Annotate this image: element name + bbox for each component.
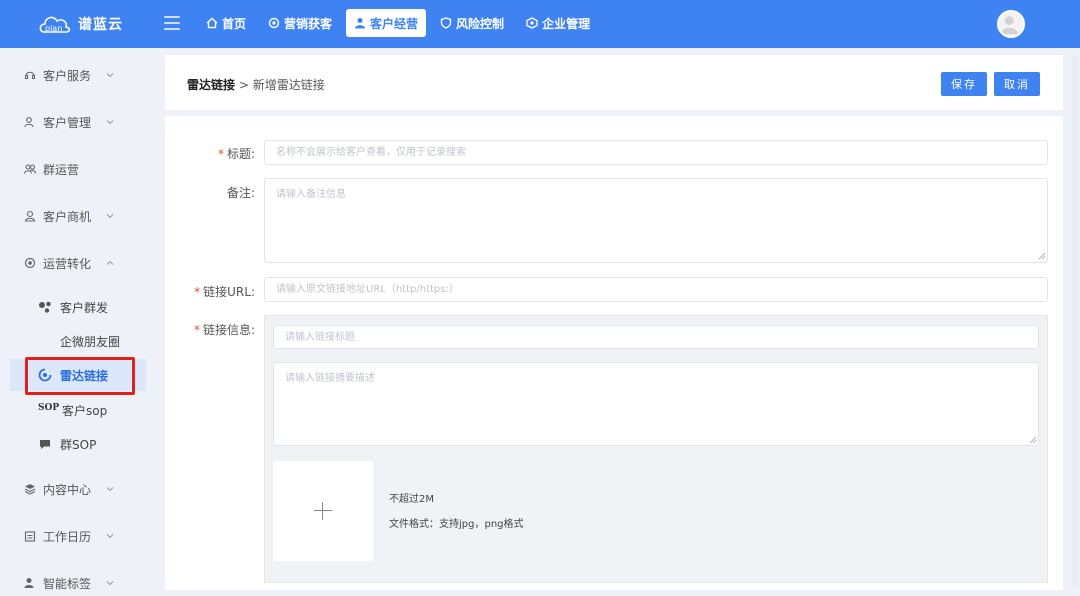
note-label: 备注: bbox=[226, 186, 255, 200]
avatar-icon bbox=[1000, 16, 1018, 35]
sidebar-subitem-customer-sop[interactable]: SOP 客户sop bbox=[10, 394, 146, 426]
nav-item-enterprise[interactable]: 企业管理 bbox=[518, 9, 598, 37]
sidebar-item-label: 客户管理 bbox=[43, 115, 92, 130]
chevron-down-icon bbox=[106, 214, 114, 219]
save-button[interactable]: 保存 bbox=[941, 72, 987, 96]
building-icon bbox=[526, 17, 538, 29]
sidebar-item-label: 群运营 bbox=[43, 162, 80, 177]
upload-size-hint: 不超过2M bbox=[389, 494, 434, 505]
sidebar-subitem-label: 群SOP bbox=[60, 437, 97, 452]
breadcrumb-separator: > bbox=[238, 78, 249, 92]
sidebar-subitem-customer-broadcast[interactable]: 客户群发 bbox=[10, 291, 146, 323]
link-info-panel: 不超过2M 文件格式：支持jpg，png格式 bbox=[264, 315, 1048, 583]
chevron-up-icon bbox=[106, 260, 114, 265]
sidebar-subitem-group-sop[interactable]: 群SOP bbox=[10, 428, 146, 460]
nav-item-risk[interactable]: 风险控制 bbox=[432, 9, 512, 37]
link-title-input[interactable] bbox=[273, 325, 1039, 349]
service-icon bbox=[24, 71, 36, 80]
chat-icon bbox=[40, 440, 50, 449]
brand-name: 谱蓝云 bbox=[78, 17, 123, 33]
form-card: *标题: 备注: *链接URL: *链接信息: 不超过2M 文件格式：支持jpg… bbox=[165, 116, 1063, 590]
sidebar-item-label: 客户商机 bbox=[43, 209, 92, 224]
chevron-down-icon bbox=[106, 120, 114, 125]
sidebar-item-customer-manage[interactable]: 客户管理 bbox=[0, 107, 154, 137]
sidebar-subitem-label: 客户sop bbox=[62, 403, 108, 418]
shield-icon bbox=[440, 17, 452, 29]
sidebar-item-label: 内容中心 bbox=[43, 482, 92, 497]
url-label: * 链接URL: bbox=[194, 285, 255, 299]
page-header: 雷达链接 > 新增雷达链接 保存 取消 bbox=[165, 55, 1063, 110]
layers-icon bbox=[24, 484, 36, 495]
sidebar-subitem-label: 雷达链接 bbox=[60, 368, 109, 383]
nav-item-home[interactable]: 首页 bbox=[198, 9, 254, 37]
url-input[interactable] bbox=[264, 277, 1048, 302]
chevron-down-icon bbox=[106, 581, 114, 586]
nav-item-label: 企业管理 bbox=[542, 16, 591, 31]
nav-item-label: 营销获客 bbox=[284, 16, 333, 31]
breadcrumb: 雷达链接 > 新增雷达链接 bbox=[187, 76, 325, 93]
menu-toggle-icon[interactable] bbox=[164, 16, 180, 30]
resize-grip-icon[interactable] bbox=[1038, 252, 1046, 260]
chevron-down-icon bbox=[106, 487, 114, 492]
sidebar-item-ops-convert[interactable]: 运营转化 bbox=[0, 248, 154, 278]
tag-icon bbox=[24, 578, 34, 588]
nav-item-marketing[interactable]: 营销获客 bbox=[260, 9, 340, 37]
chevron-down-icon bbox=[106, 534, 114, 539]
nav-item-label: 首页 bbox=[222, 16, 247, 31]
title-label: * 标题: bbox=[217, 147, 255, 161]
sidebar-item-opportunity[interactable]: 客户商机 bbox=[0, 201, 154, 231]
sidebar-item-work-calendar[interactable]: 工作日历 bbox=[0, 521, 154, 551]
plus-icon bbox=[314, 510, 332, 511]
breadcrumb-current: 新增雷达链接 bbox=[252, 78, 325, 92]
user-manage-icon bbox=[24, 117, 34, 128]
nav-item-label: 客户经营 bbox=[370, 16, 419, 31]
chevron-down-icon bbox=[106, 73, 114, 78]
radar-icon bbox=[38, 368, 52, 382]
sidebar-item-smart-tags[interactable]: 智能标签 bbox=[0, 568, 154, 596]
sop-icon: SOP bbox=[38, 403, 60, 413]
cloud-logo-icon: plan bbox=[38, 12, 72, 36]
nav-item-label: 风险控制 bbox=[456, 16, 505, 31]
sidebar-subitem-radar-link[interactable]: 雷达链接 bbox=[10, 359, 146, 391]
logo[interactable]: plan 谱蓝云 bbox=[38, 12, 123, 36]
note-textarea[interactable] bbox=[264, 178, 1048, 263]
calendar-icon bbox=[24, 531, 36, 542]
user-avatar[interactable] bbox=[997, 10, 1025, 38]
image-upload-button[interactable] bbox=[273, 461, 373, 561]
page-scrollbar[interactable] bbox=[1072, 56, 1078, 586]
opportunity-icon bbox=[24, 210, 36, 222]
sidebar-item-group-ops[interactable]: 群运营 bbox=[0, 154, 154, 184]
sidebar-item-content-center[interactable]: 内容中心 bbox=[0, 474, 154, 504]
breadcrumb-root[interactable]: 雷达链接 bbox=[187, 78, 235, 92]
link-info-label: * 链接信息: bbox=[193, 323, 255, 337]
title-input[interactable] bbox=[264, 140, 1048, 165]
convert-icon bbox=[24, 257, 36, 269]
upload-format-hint: 文件格式：支持jpg，png格式 bbox=[389, 519, 524, 530]
sidebar-item-label: 运营转化 bbox=[43, 256, 92, 271]
sidebar-item-label: 智能标签 bbox=[43, 576, 92, 591]
nav-item-customer-ops[interactable]: 客户经营 bbox=[346, 9, 427, 37]
sidebar-subitem-label: 客户群发 bbox=[60, 300, 109, 315]
sidebar-item-label: 客户服务 bbox=[43, 68, 92, 83]
broadcast-icon bbox=[39, 301, 51, 313]
home-icon bbox=[206, 17, 218, 29]
sidebar-subitem-label: 企微朋友圈 bbox=[60, 334, 121, 349]
target-icon bbox=[268, 17, 280, 29]
top-nav: 首页 营销获客 客户经营 风险控制 企业管理 bbox=[198, 9, 604, 37]
cancel-button[interactable]: 取消 bbox=[994, 72, 1040, 96]
link-description-textarea[interactable] bbox=[273, 362, 1039, 446]
user-icon bbox=[355, 18, 366, 29]
sidebar-subitem-wecom-moments[interactable]: 企微朋友圈 bbox=[10, 325, 146, 357]
resize-grip-icon[interactable] bbox=[1029, 436, 1037, 444]
sidebar-item-customer-service[interactable]: 客户服务 bbox=[0, 60, 154, 90]
logo-text: plan bbox=[45, 24, 62, 33]
required-mark: * bbox=[217, 147, 224, 161]
group-icon bbox=[24, 164, 36, 174]
top-bar: plan 谱蓝云 首页 营销获客 客户经营 风险控制 企业管理 bbox=[0, 0, 1080, 48]
sidebar-item-label: 工作日历 bbox=[43, 529, 92, 544]
sidebar: 客户服务 客户管理 群运营 客户商机 运营转化 客户群发 企微朋友圈 雷达链接 … bbox=[0, 48, 154, 596]
